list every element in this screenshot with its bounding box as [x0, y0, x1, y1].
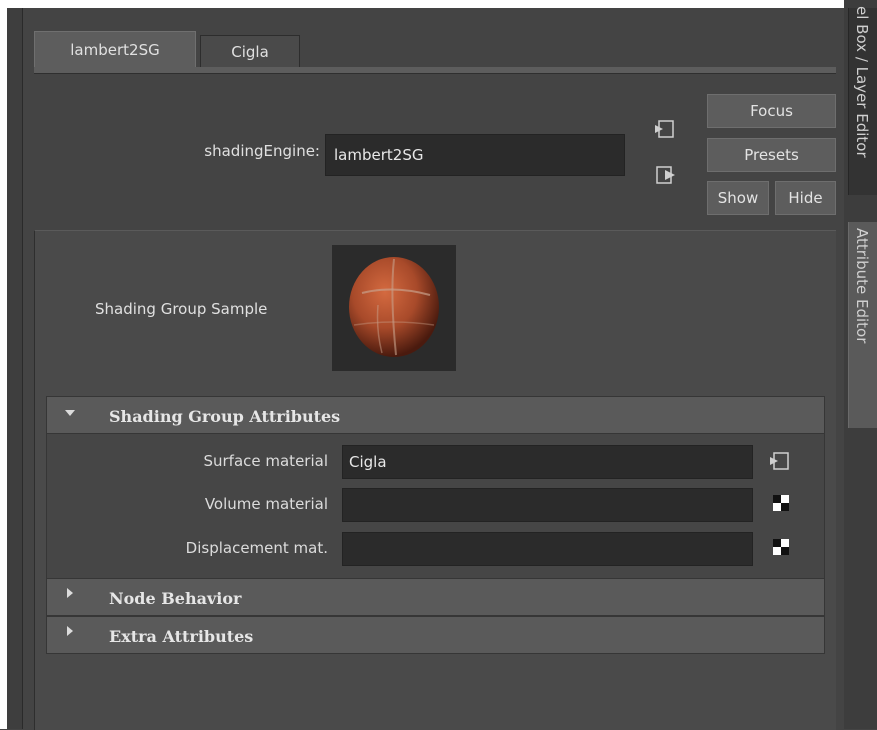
section-shading-group-attributes[interactable]: Shading Group Attributes	[46, 396, 825, 434]
tab-lambert2sg[interactable]: lambert2SG	[34, 31, 196, 67]
show-button[interactable]: Show	[707, 181, 769, 215]
left-gutter	[7, 8, 22, 729]
material-sphere-icon	[349, 257, 439, 357]
input-connection-icon[interactable]	[770, 450, 792, 472]
shading-engine-label: shadingEngine:	[204, 142, 320, 160]
checker-map-icon[interactable]	[773, 539, 789, 555]
volume-material-field[interactable]	[342, 488, 753, 522]
section-extra-attributes[interactable]: Extra Attributes	[46, 616, 825, 654]
collapse-arrow-icon	[65, 410, 75, 416]
expand-arrow-icon	[67, 588, 73, 598]
expand-arrow-icon	[67, 626, 73, 636]
window-top-edge	[0, 0, 877, 8]
tab-cigla[interactable]: Cigla	[200, 35, 300, 67]
focus-button[interactable]: Focus	[707, 94, 836, 128]
output-connection-icon[interactable]	[655, 164, 677, 186]
volume-material-label: Volume material	[204, 495, 328, 513]
displacement-material-label: Displacement mat.	[185, 539, 328, 557]
surface-material-field[interactable]: Cigla	[342, 445, 753, 479]
tab-underline	[34, 67, 836, 74]
displacement-material-field[interactable]	[342, 532, 753, 566]
input-connection-icon[interactable]	[655, 118, 677, 140]
tab-attribute-editor[interactable]: Attribute Editor	[848, 222, 877, 428]
checker-map-icon[interactable]	[773, 495, 789, 511]
node-tab-bar: lambert2SG Cigla	[34, 31, 836, 75]
shading-group-sample-label: Shading Group Sample	[95, 300, 268, 318]
shading-group-swatch	[332, 245, 456, 371]
tab-channel-box-layer-editor[interactable]: el Box / Layer Editor	[848, 6, 877, 195]
surface-material-label: Surface material	[203, 452, 328, 470]
hide-button[interactable]: Hide	[775, 181, 836, 215]
window-left-edge	[0, 0, 7, 729]
section-node-behavior[interactable]: Node Behavior	[46, 578, 825, 616]
presets-button[interactable]: Presets	[707, 138, 836, 172]
shading-engine-field[interactable]: lambert2SG	[325, 134, 625, 176]
